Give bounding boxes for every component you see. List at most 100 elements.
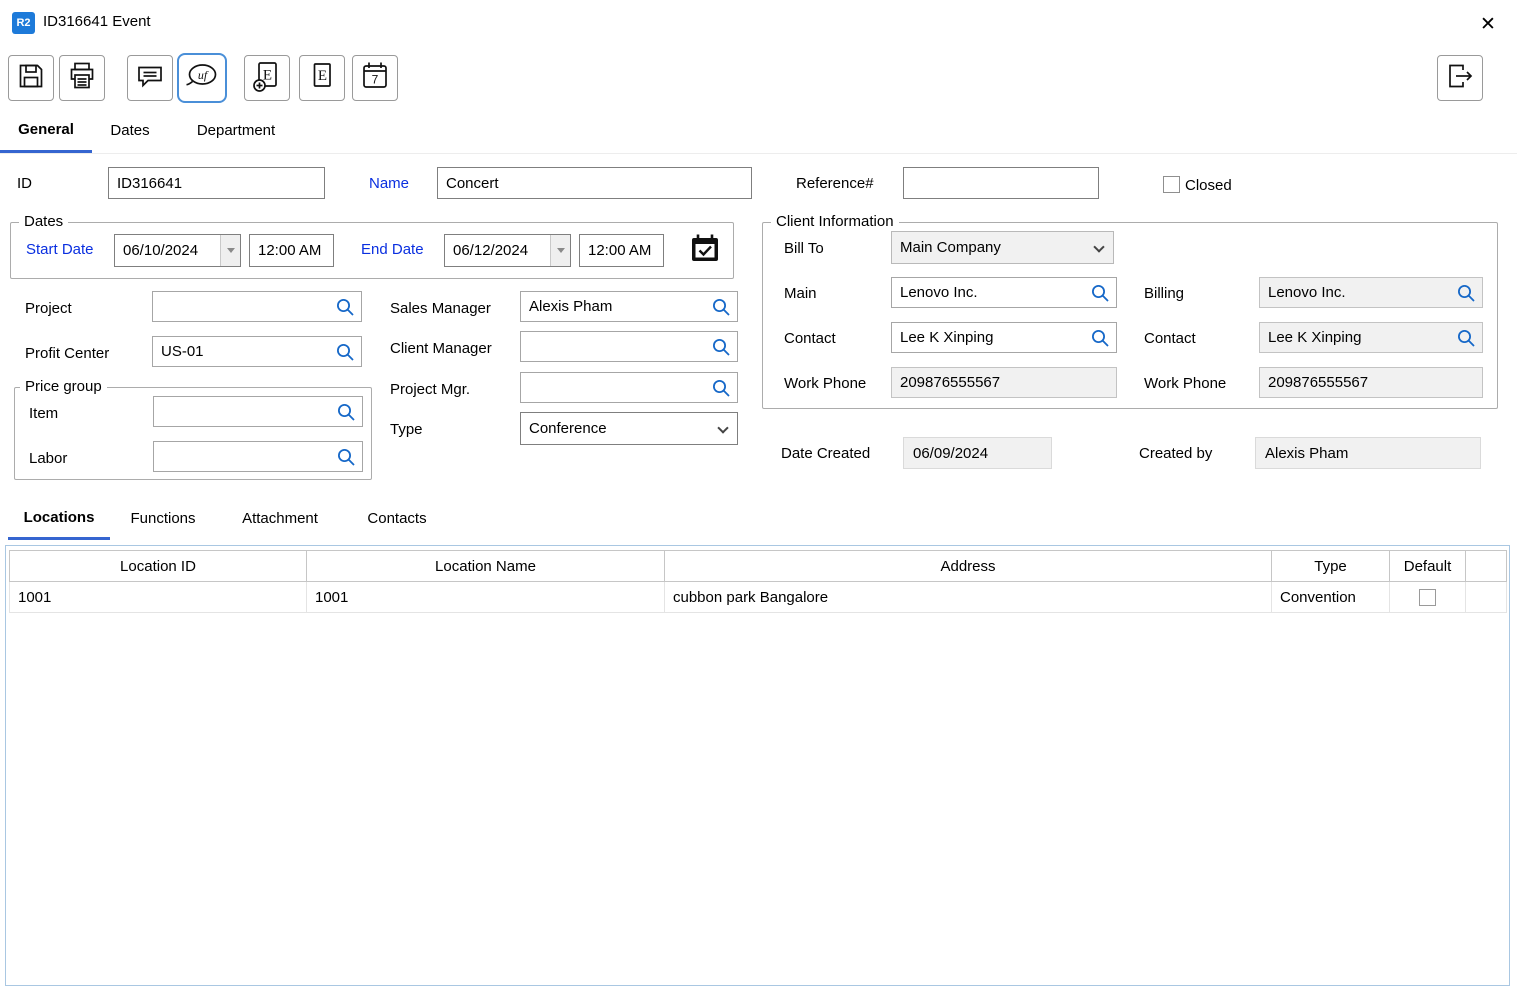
end-time-value: 12:00 AM [588,242,651,259]
item-field[interactable] [153,396,363,427]
column-header-type[interactable]: Type [1272,551,1390,582]
default-checkbox[interactable] [1419,589,1436,606]
cell-address[interactable]: cubbon park Bangalore [665,582,1272,613]
calendar-check-button[interactable] [687,232,723,270]
tab-attachment[interactable]: Attachment [216,497,344,540]
end-time-input[interactable]: 12:00 AM [579,234,664,267]
column-header-filler [1466,551,1507,582]
billing-label: Billing [1144,284,1184,303]
client-manager-label: Client Manager [390,339,492,358]
calendar-icon: 7 [358,59,392,97]
closed-checkbox[interactable] [1163,176,1180,193]
save-button[interactable] [8,55,54,101]
cell-location-id[interactable]: 1001 [10,582,307,613]
main-work-phone-value: 209876555567 [900,374,1111,391]
main-client-label: Main [784,284,817,303]
event-button[interactable]: E [299,55,345,101]
search-icon[interactable] [335,446,357,468]
bill-to-label: Bill To [784,239,824,258]
billing-client-field[interactable]: Lenovo Inc. [1259,277,1483,308]
window-title: ID316641 Event [43,13,151,30]
main-client-field[interactable]: Lenovo Inc. [891,277,1117,308]
type-label: Type [390,420,423,439]
id-input[interactable]: ID316641 [108,167,325,199]
price-group-label: Price group [20,378,107,395]
start-date-input[interactable]: 06/10/2024 [114,234,241,267]
close-window-button[interactable]: ✕ [1473,9,1503,39]
search-icon[interactable] [334,296,356,318]
tab-contacts[interactable]: Contacts [344,497,450,540]
exit-icon [1444,60,1476,96]
chevron-down-icon [717,422,728,433]
calendar-button[interactable]: 7 [352,55,398,101]
name-input[interactable]: Concert [437,167,752,199]
search-icon[interactable] [710,296,732,318]
dates-group-label: Dates [19,213,68,230]
sales-manager-value: Alexis Pham [529,298,710,315]
user-defined-field-eye-icon: uf [184,60,220,96]
search-icon[interactable] [710,377,732,399]
client-manager-field[interactable] [520,331,738,362]
profit-center-field[interactable]: US-01 [152,336,362,367]
billing-contact-field[interactable]: Lee K Xinping [1259,322,1483,353]
reference-input[interactable] [903,167,1099,199]
cell-location-name[interactable]: 1001 [307,582,665,613]
comments-button[interactable] [127,55,173,101]
main-contact-field[interactable]: Lee K Xinping [891,322,1117,353]
column-header-location-id[interactable]: Location ID [10,551,307,582]
bill-to-value: Main Company [900,239,1001,256]
add-event-button[interactable]: E [244,55,290,101]
table-row[interactable]: 1001 1001 cubbon park Bangalore Conventi… [10,582,1507,613]
search-icon[interactable] [1089,327,1111,349]
tab-general[interactable]: General [0,108,92,153]
client-information-groupbox: Client Information Bill To Main Company … [762,222,1498,409]
tab-department[interactable]: Department [168,108,304,153]
search-icon[interactable] [334,341,356,363]
billing-work-phone-label: Work Phone [1144,374,1226,393]
profit-center-label: Profit Center [25,344,109,363]
search-icon[interactable] [335,401,357,423]
search-icon[interactable] [710,336,732,358]
start-date-dropdown-arrow[interactable] [220,235,240,266]
labor-field[interactable] [153,441,363,472]
sales-manager-field[interactable]: Alexis Pham [520,291,738,322]
tab-locations[interactable]: Locations [8,497,110,540]
billing-work-phone-field[interactable]: 209876555567 [1259,367,1483,398]
main-contact-value: Lee K Xinping [900,329,1089,346]
print-button[interactable] [59,55,105,101]
column-header-address[interactable]: Address [665,551,1272,582]
billing-contact-value: Lee K Xinping [1268,329,1455,346]
svg-text:uf: uf [198,68,209,82]
billing-work-phone-value: 209876555567 [1268,374,1477,391]
end-date-input[interactable]: 06/12/2024 [444,234,571,267]
client-information-group-label: Client Information [771,213,899,230]
print-icon [66,60,98,96]
exit-button[interactable] [1437,55,1483,101]
event-window: R2 ID316641 Event ✕ [0,0,1517,990]
user-defined-field-button[interactable]: uf [177,53,227,103]
start-time-input[interactable]: 12:00 AM [249,234,334,267]
project-field[interactable] [152,291,362,322]
project-mgr-field[interactable] [520,372,738,403]
created-by-field: Alexis Pham [1255,437,1481,469]
item-label: Item [29,404,58,423]
cell-default[interactable] [1390,582,1466,613]
search-icon[interactable] [1455,282,1477,304]
cell-type[interactable]: Convention [1272,582,1390,613]
date-created-value: 06/09/2024 [913,445,988,462]
column-header-default[interactable]: Default [1390,551,1466,582]
save-icon [16,61,46,95]
column-header-location-name[interactable]: Location Name [307,551,665,582]
billing-client-value: Lenovo Inc. [1268,284,1455,301]
main-work-phone-field[interactable]: 209876555567 [891,367,1117,398]
tab-functions[interactable]: Functions [110,497,216,540]
end-date-dropdown-arrow[interactable] [550,235,570,266]
tab-dates[interactable]: Dates [92,108,168,153]
cell-filler [1466,582,1507,613]
bill-to-dropdown[interactable]: Main Company [891,231,1114,264]
type-dropdown[interactable]: Conference [520,412,738,445]
labor-label: Labor [29,449,67,468]
main-work-phone-label: Work Phone [784,374,866,393]
search-icon[interactable] [1455,327,1477,349]
search-icon[interactable] [1089,282,1111,304]
